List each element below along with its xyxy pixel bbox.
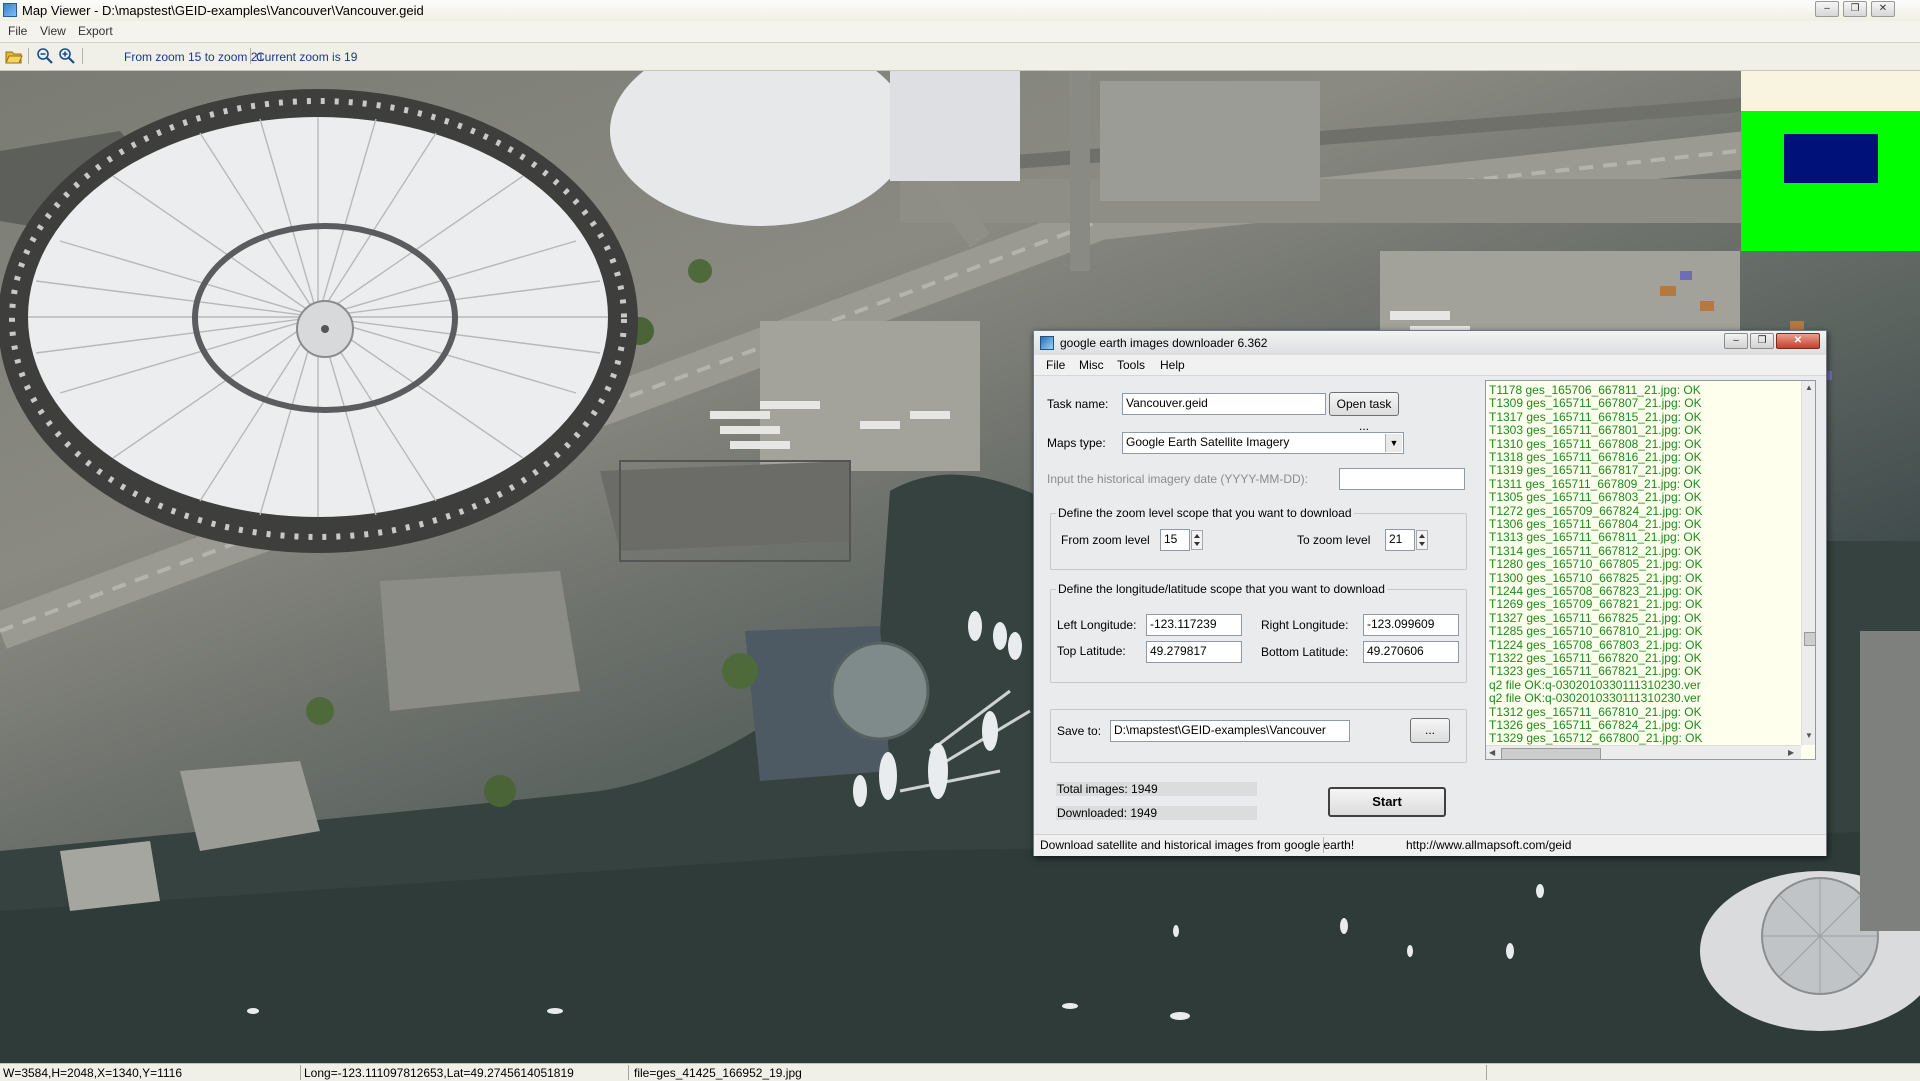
top-latitude-label: Top Latitude: (1057, 644, 1126, 658)
scroll-right-arrow-icon[interactable]: ▶ (1788, 748, 1794, 757)
chevron-down-icon[interactable]: ▼ (1385, 434, 1402, 452)
maps-type-label: Maps type: (1047, 436, 1106, 450)
right-longitude-label: Right Longitude: (1261, 618, 1349, 632)
status-bar: W=3584,H=2048,X=1340,Y=1116 Long=-123.11… (0, 1063, 1920, 1081)
dialog-status-bar: Download satellite and historical images… (1034, 834, 1826, 856)
toolbar-separator (82, 48, 83, 64)
app-icon (3, 3, 17, 17)
top-latitude-field[interactable]: 49.279817 (1146, 641, 1242, 663)
status-coordinates: Long=-123.111097812653,Lat=49.2745614051… (304, 1066, 574, 1080)
scroll-up-arrow-icon[interactable]: ▲ (1805, 383, 1813, 392)
dialog-title-bar[interactable]: google earth images downloader 6.362 – ❐… (1034, 331, 1826, 355)
lonlat-scope-group-title: Define the longitude/latitude scope that… (1056, 582, 1387, 596)
downloaded-label: Downloaded: 1949 (1057, 806, 1158, 820)
toolbar-separator (28, 48, 29, 64)
zoom-scope-group-title: Define the zoom level scope that you wan… (1056, 506, 1354, 520)
lonlat-scope-group (1050, 589, 1467, 683)
dialog-menu-misc[interactable]: Misc (1079, 358, 1104, 372)
menu-file[interactable]: File (8, 24, 27, 38)
start-button[interactable]: Start (1328, 787, 1446, 817)
log-vertical-scrollbar[interactable]: ▲ ▼ (1801, 381, 1815, 745)
toolbar: From zoom 15 to zoom 21 Current zoom is … (0, 43, 1920, 71)
close-button[interactable]: ✕ (1871, 1, 1895, 17)
downloader-app-icon (1040, 336, 1054, 350)
historical-date-label: Input the historical imagery date (YYYY-… (1047, 472, 1308, 486)
maximize-button[interactable]: ❐ (1843, 1, 1867, 17)
total-images-label: Total images: 1949 (1057, 782, 1158, 796)
zoom-in-icon[interactable] (58, 47, 76, 65)
browse-folder-button[interactable]: ... (1410, 718, 1450, 743)
scroll-down-arrow-icon[interactable]: ▼ (1805, 731, 1813, 740)
dialog-title: google earth images downloader 6.362 (1060, 336, 1268, 350)
scroll-left-arrow-icon[interactable]: ◀ (1489, 748, 1495, 757)
menu-bar: File View Export (0, 21, 1920, 43)
left-longitude-field[interactable]: -123.117239 (1146, 614, 1242, 636)
bottom-latitude-label: Bottom Latitude: (1261, 645, 1349, 659)
toolbar-separator (250, 48, 251, 64)
dialog-menu-file[interactable]: File (1046, 358, 1065, 372)
status-image-size: W=3584,H=2048,X=1340,Y=1116 (3, 1066, 183, 1080)
open-folder-icon[interactable] (5, 47, 23, 65)
save-to-label: Save to: (1057, 724, 1102, 738)
menu-export[interactable]: Export (78, 24, 113, 38)
menu-view[interactable]: View (40, 24, 66, 38)
from-zoom-field[interactable]: 15 (1160, 529, 1190, 551)
minimap-viewport-indicator[interactable] (1784, 134, 1878, 183)
dialog-minimize-button[interactable]: – (1724, 333, 1748, 349)
log-line: T1329 ges_165712_667800_21.jpg: OK (1489, 731, 1703, 746)
overview-minimap[interactable] (1741, 71, 1920, 251)
save-to-field[interactable]: D:\mapstest\GEID-examples\Vancouver (1110, 720, 1350, 742)
log-horizontal-scrollbar[interactable]: ◀ ▶ (1486, 745, 1801, 759)
website-link[interactable]: http://www.allmapsoft.com/geid (1406, 838, 1571, 852)
task-name-field[interactable]: Vancouver.geid (1122, 393, 1326, 415)
zoom-range-label: From zoom 15 to zoom 21 (124, 50, 265, 64)
status-separator (300, 1065, 301, 1080)
dialog-status-text: Download satellite and historical images… (1040, 838, 1355, 852)
status-separator (1323, 837, 1324, 853)
maps-type-select[interactable]: Google Earth Satellite Imagery ▼ (1122, 432, 1404, 454)
maps-type-value: Google Earth Satellite Imagery (1126, 435, 1290, 449)
to-zoom-label: To zoom level (1297, 533, 1371, 547)
status-file: file=ges_41425_166952_19.jpg (634, 1066, 802, 1080)
status-separator (628, 1065, 629, 1080)
from-zoom-label: From zoom level (1061, 533, 1150, 547)
window-title: Map Viewer - D:\mapstest\GEID-examples\V… (22, 3, 424, 18)
dialog-menu-help[interactable]: Help (1160, 358, 1185, 372)
to-zoom-field[interactable]: 21 (1385, 529, 1415, 551)
current-zoom-label: Current zoom is 19 (256, 50, 358, 64)
status-separator (1486, 1065, 1487, 1080)
minimize-button[interactable]: – (1815, 1, 1839, 17)
title-bar: Map Viewer - D:\mapstest\GEID-examples\V… (0, 0, 1920, 22)
historical-date-field[interactable] (1339, 468, 1465, 490)
zoom-out-icon[interactable] (36, 47, 54, 65)
from-zoom-stepper[interactable] (1191, 530, 1203, 550)
log-hscroll-thumb[interactable] (1501, 748, 1601, 759)
log-vscroll-thumb[interactable] (1804, 632, 1815, 646)
task-name-label: Task name: (1047, 397, 1109, 411)
dialog-menu-tools[interactable]: Tools (1117, 358, 1145, 372)
bottom-latitude-field[interactable]: 49.270606 (1363, 641, 1459, 663)
left-longitude-label: Left Longitude: (1057, 618, 1137, 632)
dialog-close-button[interactable]: ✕ (1776, 333, 1820, 349)
download-log[interactable]: T1178 ges_165706_667811_21.jpg: OK T1309 … (1485, 380, 1816, 760)
downloader-dialog: google earth images downloader 6.362 – ❐… (1033, 330, 1827, 856)
to-zoom-stepper[interactable] (1416, 530, 1428, 550)
dialog-maximize-button[interactable]: ❐ (1750, 333, 1774, 349)
open-task-button[interactable]: Open task ... (1329, 392, 1399, 433)
right-longitude-field[interactable]: -123.099609 (1363, 614, 1459, 636)
dialog-menu-bar: File Misc Tools Help (1034, 355, 1826, 376)
